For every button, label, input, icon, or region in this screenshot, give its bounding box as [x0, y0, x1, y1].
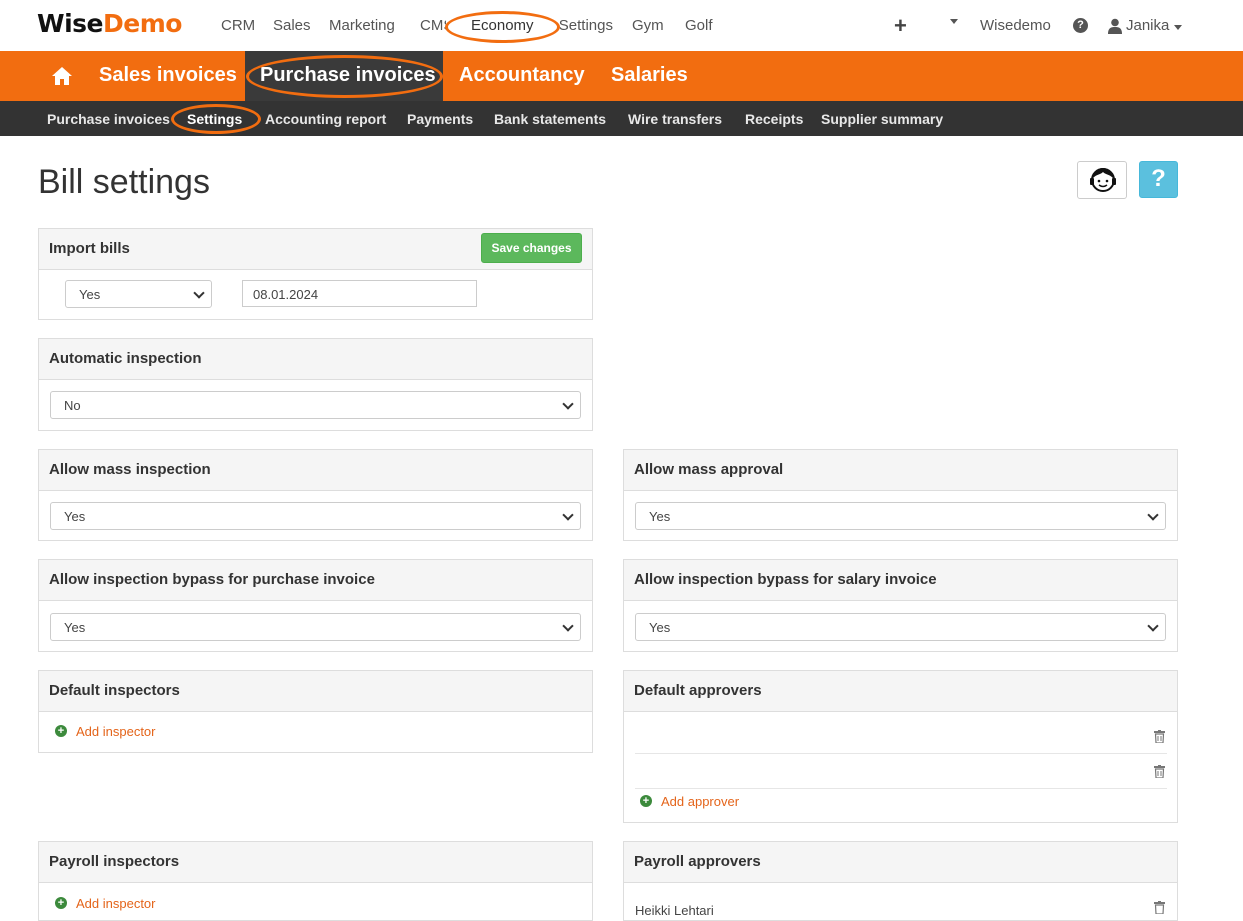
payroll-inspectors-panel: Payroll inspectors + Add inspector	[38, 841, 593, 921]
chevron-down-icon	[562, 398, 574, 410]
panel-title: Allow mass approval	[634, 461, 784, 478]
bypass-salary-panel: Allow inspection bypass for salary invoi…	[623, 559, 1178, 652]
sub-navbar: Purchase invoices Settings Accounting re…	[0, 101, 1243, 136]
panel-heading: Automatic inspection	[39, 339, 592, 380]
panel-heading: Allow inspection bypass for salary invoi…	[624, 560, 1177, 601]
panel-heading: Allow inspection bypass for purchase inv…	[39, 560, 592, 601]
trash-icon[interactable]	[1154, 765, 1165, 778]
top-navbar: WiseDemo CRM Sales Marketing CMS Economy…	[0, 0, 1243, 51]
allow-mass-inspection-select[interactable]: Yes	[50, 502, 581, 530]
chevron-down-icon	[1147, 620, 1159, 632]
sub-nav-supplier-summary[interactable]: Supplier summary	[821, 111, 943, 127]
user-icon	[1108, 18, 1122, 34]
panel-heading: Default inspectors	[39, 671, 592, 712]
panel-heading: Allow mass approval	[624, 450, 1177, 491]
support-button[interactable]	[1077, 161, 1127, 199]
panel-heading: Allow mass inspection	[39, 450, 592, 491]
top-nav-sales[interactable]: Sales	[273, 17, 311, 34]
panel-title: Allow inspection bypass for purchase inv…	[49, 571, 375, 588]
bypass-salary-select[interactable]: Yes	[635, 613, 1166, 641]
top-nav-settings[interactable]: Settings	[556, 17, 613, 34]
allow-mass-inspection-panel: Allow mass inspection Yes	[38, 449, 593, 541]
approver-name: Heikki Lehtari	[635, 903, 714, 918]
panel-title: Payroll approvers	[634, 853, 761, 870]
main-navbar: Sales invoices Purchase invoices Account…	[0, 51, 1243, 101]
home-icon[interactable]	[51, 66, 73, 86]
add-inspector-link[interactable]: Add inspector	[76, 724, 156, 739]
chevron-down-icon	[562, 620, 574, 632]
sub-nav-accounting-report[interactable]: Accounting report	[265, 111, 386, 127]
panel-title: Allow inspection bypass for salary invoi…	[634, 571, 937, 588]
panel-title: Import bills	[49, 240, 130, 257]
top-nav-crm[interactable]: CRM	[221, 17, 255, 34]
panel-title: Default inspectors	[49, 682, 180, 699]
import-date-input[interactable]: 08.01.2024	[242, 280, 477, 307]
chevron-down-icon	[562, 509, 574, 521]
main-nav-accountancy[interactable]: Accountancy	[459, 64, 585, 87]
user-menu[interactable]: Janika	[1126, 17, 1169, 34]
save-changes-button[interactable]: Save changes	[481, 233, 582, 263]
import-bills-select[interactable]: Yes	[65, 280, 212, 308]
automatic-inspection-select[interactable]: No	[50, 391, 581, 419]
plus-circle-icon[interactable]: +	[55, 897, 67, 909]
headset-icon	[1090, 168, 1116, 192]
payroll-approvers-panel: Payroll approvers Heikki Lehtari	[623, 841, 1178, 921]
sub-nav-receipts[interactable]: Receipts	[745, 111, 803, 127]
company-name[interactable]: Wisedemo	[980, 17, 1051, 34]
row-divider	[635, 753, 1167, 754]
brand-logo[interactable]: WiseDemo	[37, 9, 182, 38]
bypass-purchase-select[interactable]: Yes	[50, 613, 581, 641]
highlight-settings-annotation	[171, 104, 261, 134]
plus-icon[interactable]: +	[894, 13, 907, 39]
bypass-purchase-panel: Allow inspection bypass for purchase inv…	[38, 559, 593, 652]
top-nav-golf[interactable]: Golf	[685, 17, 713, 34]
default-approvers-panel: Default approvers + Add approver	[623, 670, 1178, 823]
panel-title: Payroll inspectors	[49, 853, 180, 870]
allow-mass-approval-panel: Allow mass approval Yes	[623, 449, 1178, 541]
plus-circle-icon[interactable]: +	[640, 795, 652, 807]
panel-title: Automatic inspection	[49, 350, 202, 367]
trash-icon[interactable]	[1154, 901, 1165, 914]
trash-icon[interactable]	[1154, 730, 1165, 743]
sub-nav-payments[interactable]: Payments	[407, 111, 473, 127]
main-nav-sales-invoices[interactable]: Sales invoices	[99, 64, 237, 87]
sub-nav-purchase-invoices[interactable]: Purchase invoices	[47, 111, 170, 127]
panel-heading: Payroll inspectors	[39, 842, 592, 883]
highlight-economy-annotation	[445, 11, 560, 43]
question-icon[interactable]: ?	[1073, 18, 1088, 33]
chevron-down-icon	[1147, 509, 1159, 521]
panel-heading: Payroll approvers	[624, 842, 1177, 883]
help-button[interactable]: ?	[1139, 161, 1178, 198]
top-nav-cms[interactable]: CMS	[420, 17, 446, 34]
caret-down-icon[interactable]	[950, 19, 958, 24]
panel-heading: Import bills Save changes	[39, 229, 592, 270]
allow-mass-approval-select[interactable]: Yes	[635, 502, 1166, 530]
panel-title: Allow mass inspection	[49, 461, 211, 478]
import-bills-panel: Import bills Save changes Yes 08.01.2024	[38, 228, 593, 320]
main-nav-salaries[interactable]: Salaries	[611, 64, 688, 87]
row-divider	[635, 788, 1167, 789]
add-inspector-link[interactable]: Add inspector	[76, 896, 156, 911]
add-approver-link[interactable]: Add approver	[661, 794, 739, 809]
chevron-down-icon	[193, 287, 205, 299]
automatic-inspection-panel: Automatic inspection No	[38, 338, 593, 431]
panel-title: Default approvers	[634, 682, 762, 699]
page-title: Bill settings	[38, 163, 210, 201]
plus-circle-icon[interactable]: +	[55, 725, 67, 737]
top-nav-marketing[interactable]: Marketing	[329, 17, 395, 34]
default-inspectors-panel: Default inspectors + Add inspector	[38, 670, 593, 753]
sub-nav-wire-transfers[interactable]: Wire transfers	[628, 111, 722, 127]
sub-nav-bank-statements[interactable]: Bank statements	[494, 111, 606, 127]
top-nav-gym[interactable]: Gym	[632, 17, 664, 34]
panel-heading: Default approvers	[624, 671, 1177, 712]
highlight-purchase-annotation	[246, 55, 443, 98]
user-caret-icon[interactable]	[1174, 25, 1182, 30]
